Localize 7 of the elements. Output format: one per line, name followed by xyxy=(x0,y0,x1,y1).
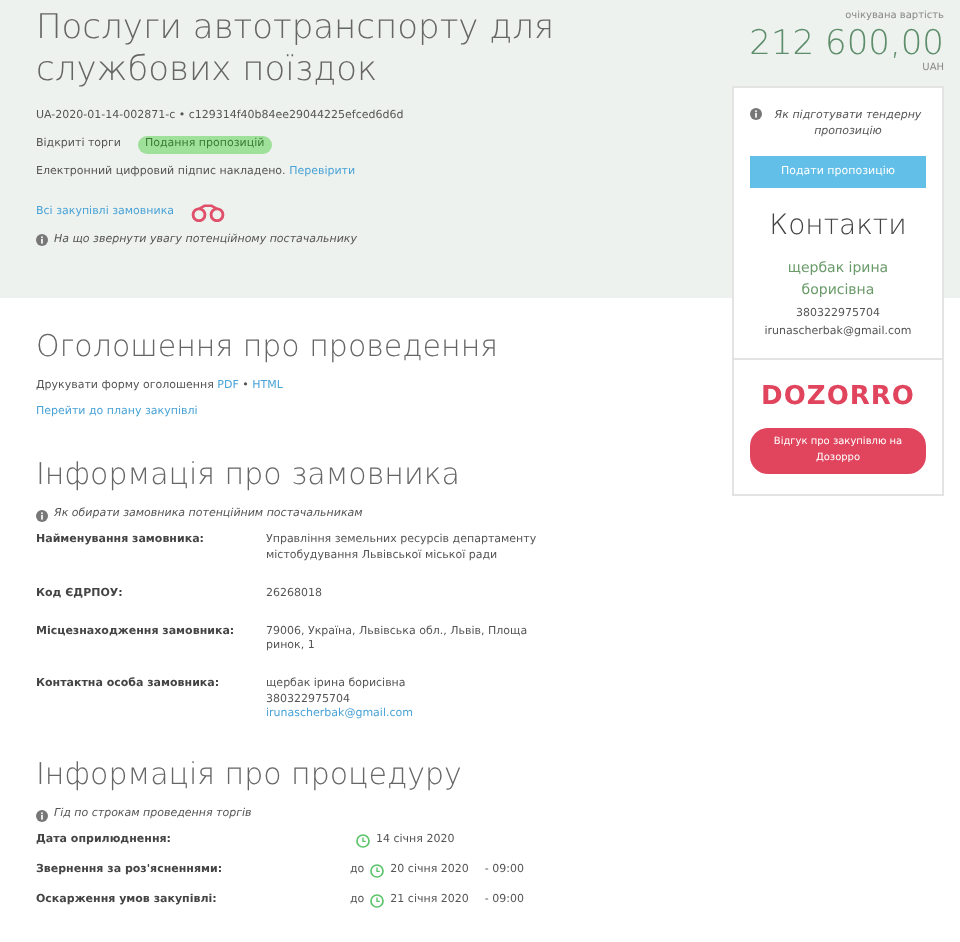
price-amount: 212 600,00 xyxy=(749,25,944,63)
section-title: Оголошення про проведення xyxy=(36,328,501,365)
section-title: Інформація про замовника xyxy=(36,456,462,493)
section-title: Інформація про процедуру xyxy=(36,755,464,792)
contacts-title: Контакти xyxy=(767,208,909,247)
logo: DOZORRO xyxy=(759,379,917,416)
page-title: Послуги автотранспорту для службових поїздок xyxy=(36,8,557,93)
